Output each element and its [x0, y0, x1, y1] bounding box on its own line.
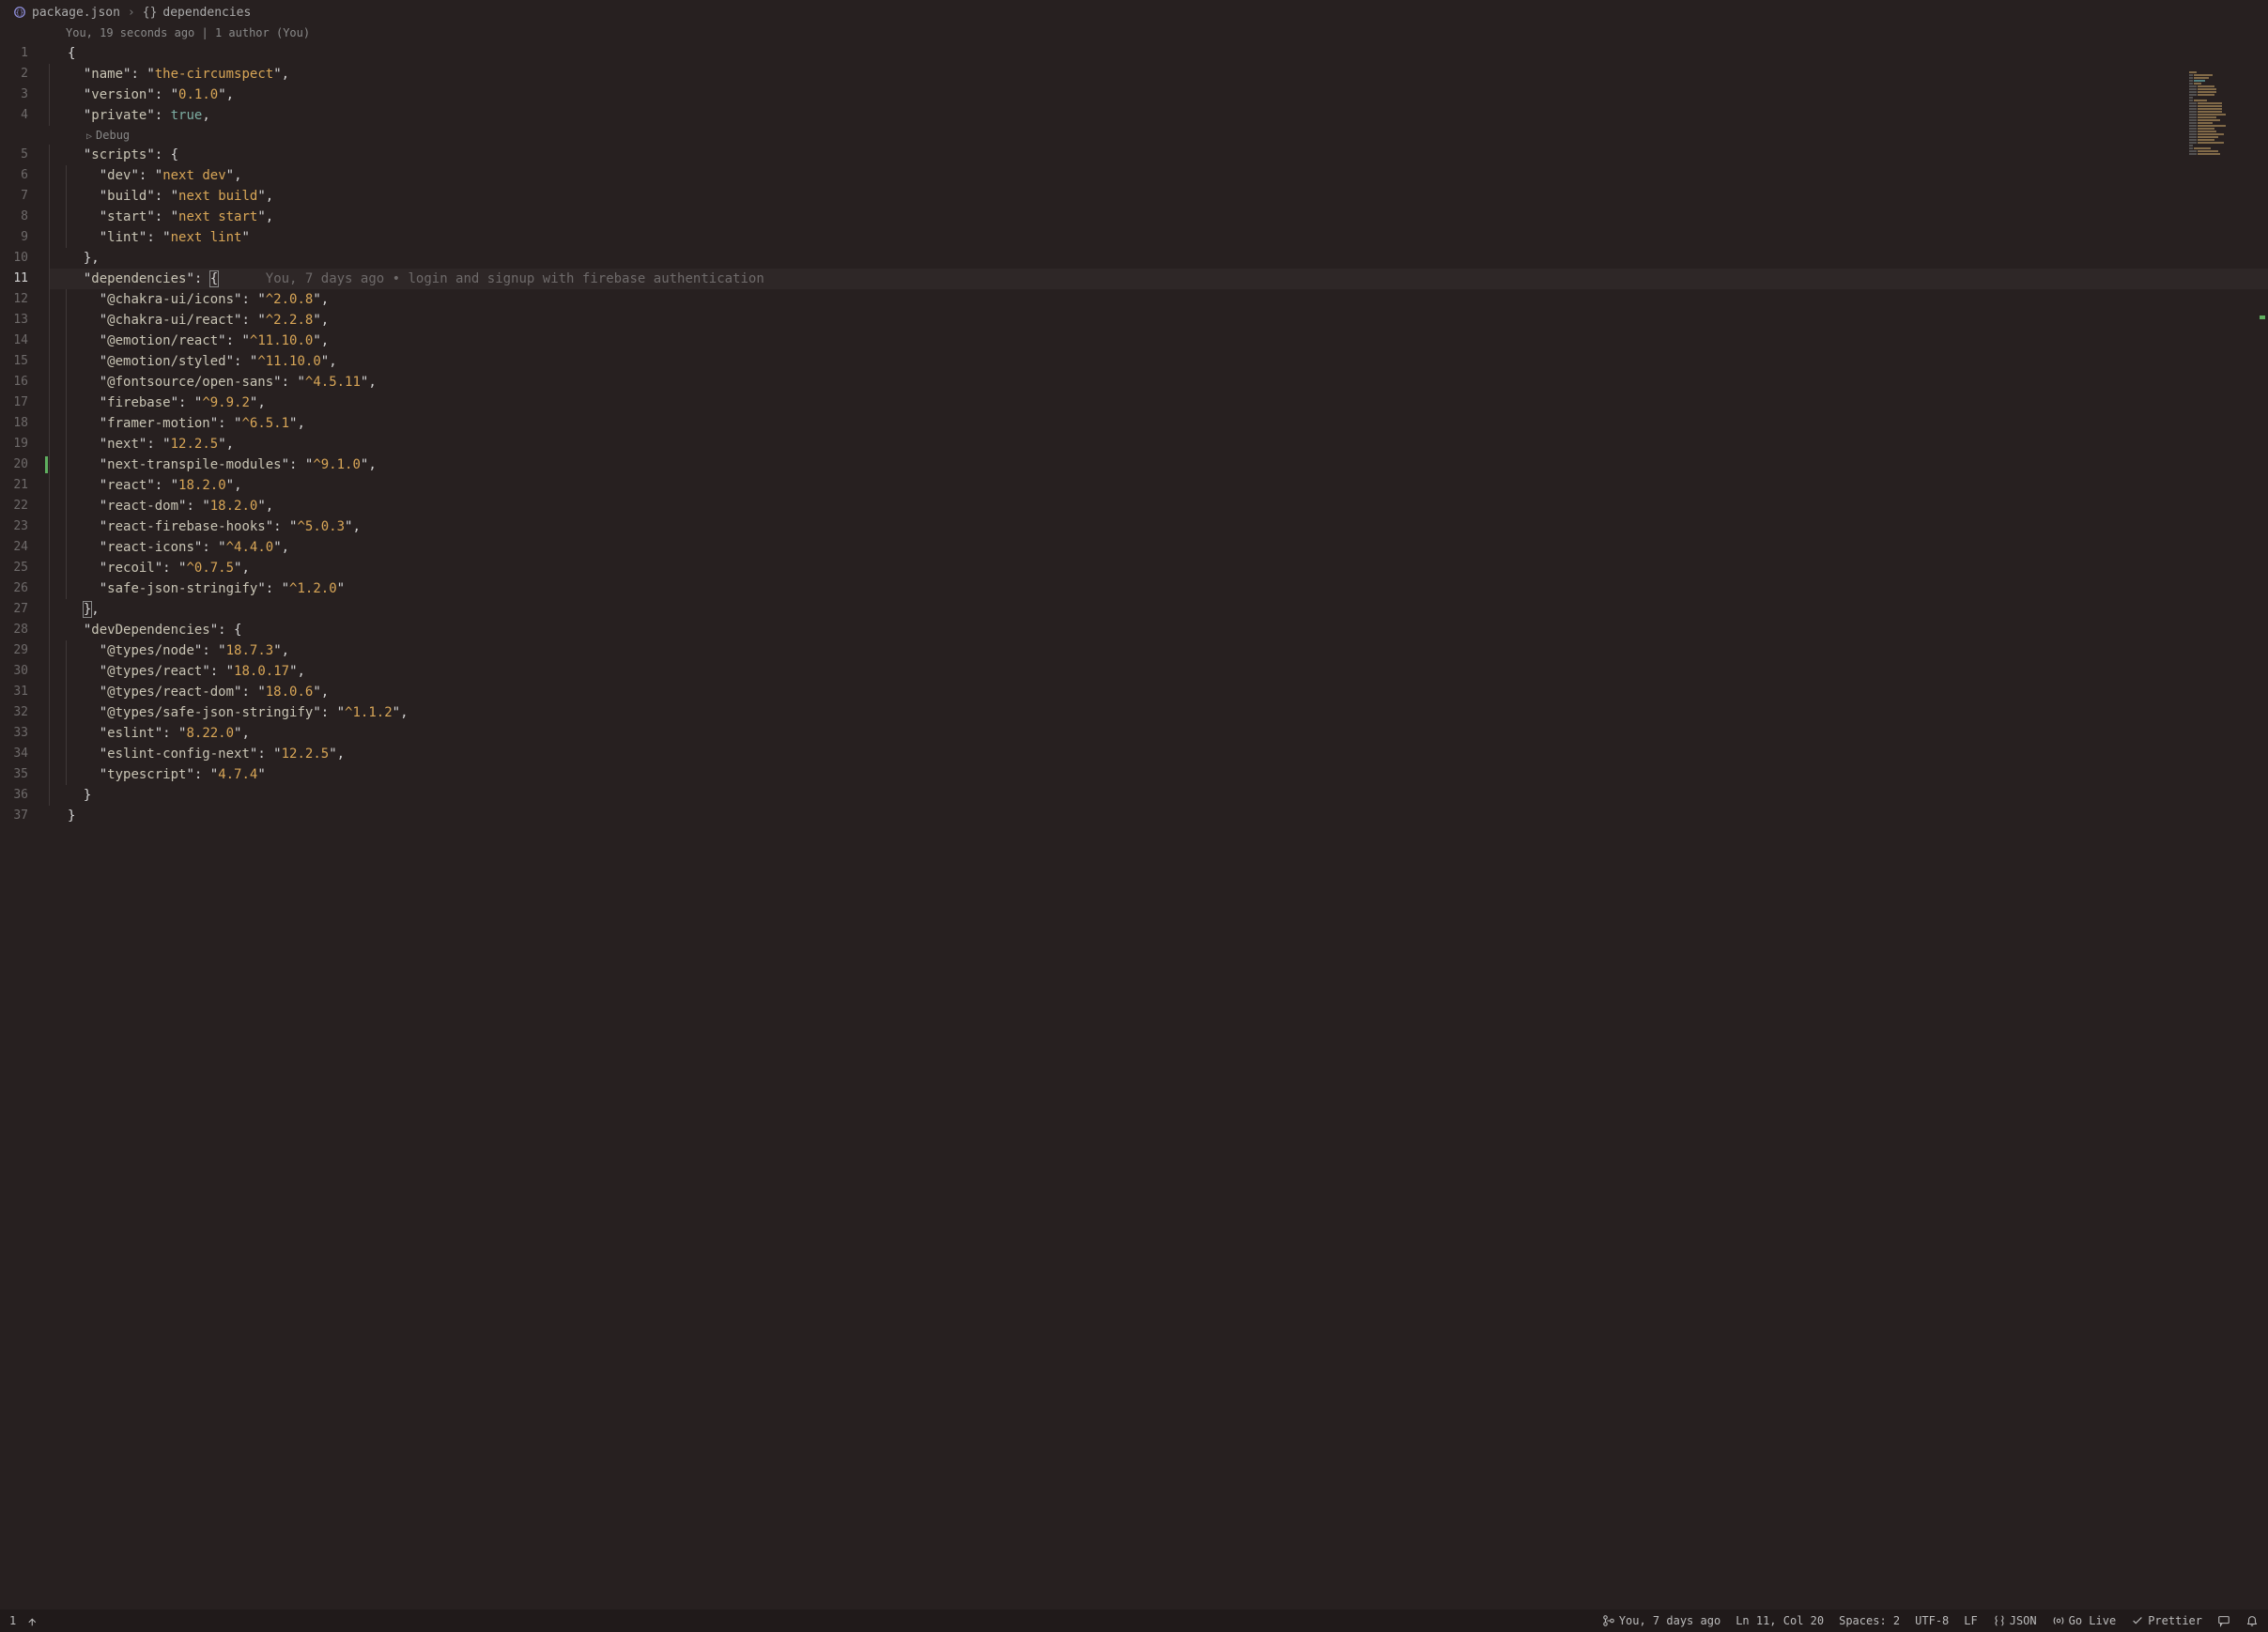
code-line[interactable]: "devDependencies": { [49, 620, 2268, 640]
code-line[interactable]: "@emotion/react": "^11.10.0", [49, 331, 2268, 351]
status-prettier[interactable]: Prettier [2131, 1614, 2202, 1627]
status-bar: 1 You, 7 days ago Ln 11, Col 20 Spaces: … [0, 1609, 2268, 1632]
code-line[interactable]: "@types/react": "18.0.17", [49, 661, 2268, 682]
code-line[interactable]: "typescript": "4.7.4" [49, 764, 2268, 785]
code-content[interactable]: { "name": "the-circumspect", "version": … [49, 43, 2268, 1609]
code-line[interactable]: } [49, 806, 2268, 826]
code-line[interactable]: "safe-json-stringify": "^1.2.0" [49, 578, 2268, 599]
status-language[interactable]: JSON [1993, 1614, 2037, 1627]
status-cursor-position[interactable]: Ln 11, Col 20 [1736, 1614, 1824, 1627]
code-line[interactable]: "@types/safe-json-stringify": "^1.1.2", [49, 702, 2268, 723]
status-git-blame[interactable]: You, 7 days ago [1602, 1614, 1720, 1627]
code-line[interactable]: "react-dom": "18.2.0", [49, 496, 2268, 516]
code-line[interactable]: "name": "the-circumspect", [49, 64, 2268, 85]
code-line[interactable]: "@chakra-ui/react": "^2.2.8", [49, 310, 2268, 331]
code-line[interactable]: "version": "0.1.0", [49, 85, 2268, 105]
status-bell-icon[interactable] [2245, 1614, 2259, 1627]
codelens-debug[interactable]: ▷Debug [49, 126, 2268, 145]
code-line[interactable]: }, [49, 599, 2268, 620]
code-line[interactable]: "framer-motion": "^6.5.1", [49, 413, 2268, 434]
code-line[interactable]: "react-firebase-hooks": "^5.0.3", [49, 516, 2268, 537]
breadcrumb-file[interactable]: package.json [32, 6, 120, 20]
json-file-icon: {} [13, 6, 26, 19]
code-line[interactable]: "@fontsource/open-sans": "^4.5.11", [49, 372, 2268, 393]
code-line[interactable]: "scripts": { [49, 145, 2268, 165]
code-line[interactable]: { [49, 43, 2268, 64]
status-indent[interactable]: Spaces: 2 [1839, 1614, 1900, 1627]
status-errors[interactable]: 1 [9, 1614, 16, 1627]
code-line[interactable]: "next": "12.2.5", [49, 434, 2268, 454]
code-line[interactable]: "@chakra-ui/icons": "^2.0.8", [49, 289, 2268, 310]
breadcrumbs[interactable]: {} package.json › {} dependencies [0, 0, 2268, 24]
gitlens-authorship[interactable]: You, 19 seconds ago | 1 author (You) [0, 24, 2268, 43]
overview-ruler[interactable] [2255, 43, 2268, 1609]
breadcrumb-symbol[interactable]: dependencies [162, 6, 251, 20]
status-remote-icon[interactable] [27, 1614, 40, 1627]
code-line[interactable]: "eslint": "8.22.0", [49, 723, 2268, 744]
chevron-right-icon: › [128, 6, 135, 20]
status-eol[interactable]: LF [1964, 1614, 1977, 1627]
braces-icon: {} [143, 6, 158, 20]
code-line[interactable]: "@emotion/styled": "^11.10.0", [49, 351, 2268, 372]
code-line[interactable]: "build": "next build", [49, 186, 2268, 207]
code-line[interactable]: "start": "next start", [49, 207, 2268, 227]
code-line[interactable]: } [49, 785, 2268, 806]
code-line[interactable]: }, [49, 248, 2268, 269]
code-line[interactable]: "@types/node": "18.7.3", [49, 640, 2268, 661]
code-line[interactable]: "recoil": "^0.7.5", [49, 558, 2268, 578]
svg-text:{}: {} [16, 9, 23, 17]
code-line[interactable]: "@types/react-dom": "18.0.6", [49, 682, 2268, 702]
status-go-live[interactable]: Go Live [2052, 1614, 2117, 1627]
code-line[interactable]: "react-icons": "^4.4.0", [49, 537, 2268, 558]
code-line[interactable]: "firebase": "^9.9.2", [49, 393, 2268, 413]
status-encoding[interactable]: UTF-8 [1915, 1614, 1949, 1627]
line-number-gutter: 1 2 3 4 5 6 7 8 9 10 11 12 13 14 15 16 1… [0, 43, 49, 1609]
code-line[interactable]: "next-transpile-modules": "^9.1.0", [49, 454, 2268, 475]
code-line[interactable]: "private": true, [49, 105, 2268, 126]
editor[interactable]: 1 2 3 4 5 6 7 8 9 10 11 12 13 14 15 16 1… [0, 43, 2268, 1609]
code-line[interactable]: "lint": "next lint" [49, 227, 2268, 248]
code-line[interactable]: "eslint-config-next": "12.2.5", [49, 744, 2268, 764]
code-line[interactable]: "dev": "next dev", [49, 165, 2268, 186]
code-line[interactable]: "react": "18.2.0", [49, 475, 2268, 496]
status-feedback-icon[interactable] [2217, 1614, 2230, 1627]
code-line[interactable]: "dependencies": { You, 7 days ago • logi… [49, 269, 2268, 289]
